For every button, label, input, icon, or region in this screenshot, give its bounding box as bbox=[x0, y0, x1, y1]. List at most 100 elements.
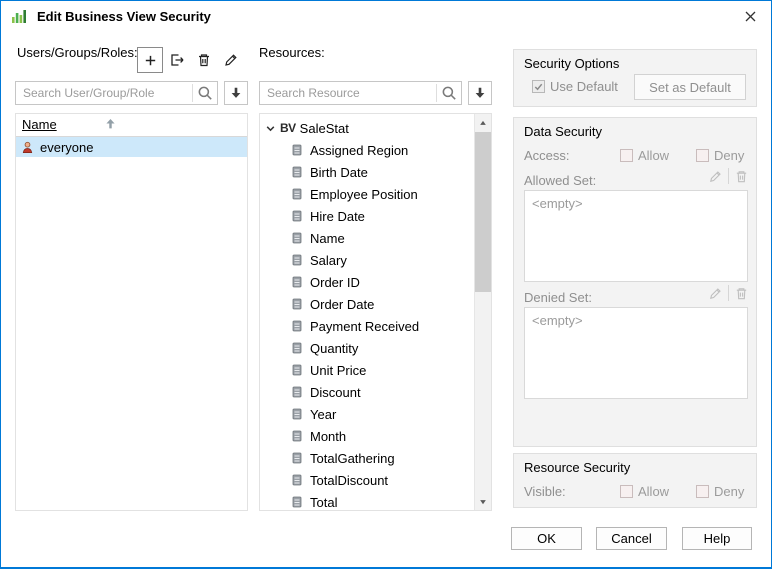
resource-filter-arrow-button[interactable] bbox=[468, 81, 492, 105]
tree-item[interactable]: Birth Date bbox=[260, 161, 474, 183]
plus-icon bbox=[143, 53, 158, 68]
scrollbar-thumb[interactable] bbox=[475, 132, 491, 292]
tree-root-salestat[interactable]: BV SaleStat bbox=[260, 117, 474, 139]
delete-denied-set-button[interactable] bbox=[732, 284, 750, 302]
user-filter-arrow-button[interactable] bbox=[224, 81, 248, 105]
user-icon bbox=[20, 140, 35, 155]
use-default-label: Use Default bbox=[550, 79, 618, 94]
resources-tree-content: BV SaleStat Assigned Region Birth Date E… bbox=[260, 114, 474, 510]
tree-item[interactable]: Quantity bbox=[260, 337, 474, 359]
access-deny-checkbox[interactable] bbox=[696, 149, 709, 162]
ok-button[interactable]: OK bbox=[511, 527, 582, 550]
search-resource-input[interactable] bbox=[259, 81, 462, 105]
down-arrow-icon bbox=[473, 86, 487, 100]
visible-deny-checkbox[interactable] bbox=[696, 485, 709, 498]
edit-user-button[interactable] bbox=[218, 47, 244, 73]
data-security-title: Data Security bbox=[524, 124, 603, 139]
name-column-header[interactable]: Name bbox=[16, 114, 247, 137]
tree-item[interactable]: Total bbox=[260, 491, 474, 510]
cancel-button[interactable]: Cancel bbox=[596, 527, 667, 550]
tree-item-label: Unit Price bbox=[310, 362, 367, 378]
tree-item[interactable]: Employee Position bbox=[260, 183, 474, 205]
tree-item-label: Salary bbox=[310, 252, 347, 268]
tree-item-label: Order Date bbox=[310, 296, 375, 312]
tree-item[interactable]: TotalDiscount bbox=[260, 469, 474, 491]
tree-item-label: Employee Position bbox=[310, 186, 418, 202]
tree-item[interactable]: Assigned Region bbox=[260, 139, 474, 161]
delete-user-button[interactable] bbox=[191, 47, 217, 73]
tree-item-label: Assigned Region bbox=[310, 142, 409, 158]
column-icon bbox=[290, 209, 304, 223]
resources-scrollbar[interactable] bbox=[474, 114, 491, 510]
resource-security-title: Resource Security bbox=[524, 460, 631, 475]
access-allow-checkbox[interactable] bbox=[620, 149, 633, 162]
tree-item-label: Month bbox=[310, 428, 347, 444]
resource-search-wrap bbox=[259, 81, 462, 105]
resource-security-group: Resource Security Visible: Allow Deny bbox=[513, 453, 757, 508]
tree-item[interactable]: TotalGathering bbox=[260, 447, 474, 469]
tree-item[interactable]: Discount bbox=[260, 381, 474, 403]
column-icon bbox=[290, 473, 304, 487]
dialog-title: Edit Business View Security bbox=[37, 9, 211, 24]
edit-business-view-security-dialog: Edit Business View Security Users/Groups… bbox=[0, 0, 772, 569]
add-user-button[interactable] bbox=[137, 47, 163, 73]
chevron-down-icon[interactable] bbox=[265, 123, 276, 134]
tree-item[interactable]: Salary bbox=[260, 249, 474, 271]
user-row-everyone[interactable]: everyone bbox=[16, 137, 247, 157]
help-button[interactable]: Help bbox=[682, 527, 752, 550]
edit-allowed-set-button[interactable] bbox=[706, 167, 724, 185]
visible-allow-label: Allow bbox=[638, 484, 670, 499]
ok-label: OK bbox=[537, 531, 556, 546]
titlebar: Edit Business View Security bbox=[1, 1, 771, 31]
visible-label: Visible: bbox=[524, 484, 566, 499]
scroll-down-button[interactable] bbox=[475, 493, 491, 510]
edit-denied-set-button[interactable] bbox=[706, 284, 724, 302]
remove-user-button[interactable] bbox=[164, 47, 190, 73]
delete-allowed-set-button[interactable] bbox=[732, 167, 750, 185]
use-default-checkbox[interactable] bbox=[532, 80, 545, 93]
search-icon[interactable] bbox=[196, 84, 214, 102]
column-icon bbox=[290, 297, 304, 311]
tree-item-label: Discount bbox=[310, 384, 361, 400]
allowed-set-value: <empty> bbox=[532, 196, 583, 211]
search-divider bbox=[436, 84, 437, 102]
tree-item[interactable]: Name bbox=[260, 227, 474, 249]
access-deny-label: Deny bbox=[714, 148, 745, 163]
tree-item[interactable]: Payment Received bbox=[260, 315, 474, 337]
tree-item-label: Year bbox=[310, 406, 337, 422]
user-search-wrap bbox=[15, 81, 218, 105]
denied-set-label: Denied Set: bbox=[524, 290, 592, 305]
column-icon bbox=[290, 341, 304, 355]
scroll-up-button[interactable] bbox=[475, 114, 491, 131]
tree-item-label: Birth Date bbox=[310, 164, 368, 180]
set-as-default-button[interactable]: Set as Default bbox=[634, 74, 746, 100]
help-label: Help bbox=[703, 531, 731, 546]
denied-set-box: <empty> bbox=[524, 307, 748, 399]
business-view-icon: BV bbox=[280, 121, 296, 135]
tree-item[interactable]: Year bbox=[260, 403, 474, 425]
close-button[interactable] bbox=[729, 1, 771, 31]
down-arrow-icon bbox=[229, 86, 243, 100]
search-user-input[interactable] bbox=[15, 81, 218, 105]
cancel-label: Cancel bbox=[611, 531, 652, 546]
tree-item[interactable]: Order Date bbox=[260, 293, 474, 315]
security-options-group: Security Options Use Default Set as Defa… bbox=[513, 49, 757, 107]
data-security-group: Data Security Access: Allow Deny Allowed… bbox=[513, 117, 757, 447]
app-logo-icon bbox=[11, 8, 27, 24]
tree-item[interactable]: Month bbox=[260, 425, 474, 447]
column-icon bbox=[290, 253, 304, 267]
tree-item[interactable]: Order ID bbox=[260, 271, 474, 293]
visible-allow-checkbox[interactable] bbox=[620, 485, 633, 498]
search-icon[interactable] bbox=[440, 84, 458, 102]
tree-item[interactable]: Hire Date bbox=[260, 205, 474, 227]
tree-item-label: Name bbox=[310, 230, 345, 246]
column-icon bbox=[290, 451, 304, 465]
column-icon bbox=[290, 143, 304, 157]
pencil-icon bbox=[223, 52, 239, 68]
column-icon bbox=[290, 165, 304, 179]
tree-item-label: Payment Received bbox=[310, 318, 420, 334]
search-divider bbox=[192, 84, 193, 102]
column-icon bbox=[290, 187, 304, 201]
tree-item[interactable]: Unit Price bbox=[260, 359, 474, 381]
tree-item-label: Quantity bbox=[310, 340, 359, 356]
